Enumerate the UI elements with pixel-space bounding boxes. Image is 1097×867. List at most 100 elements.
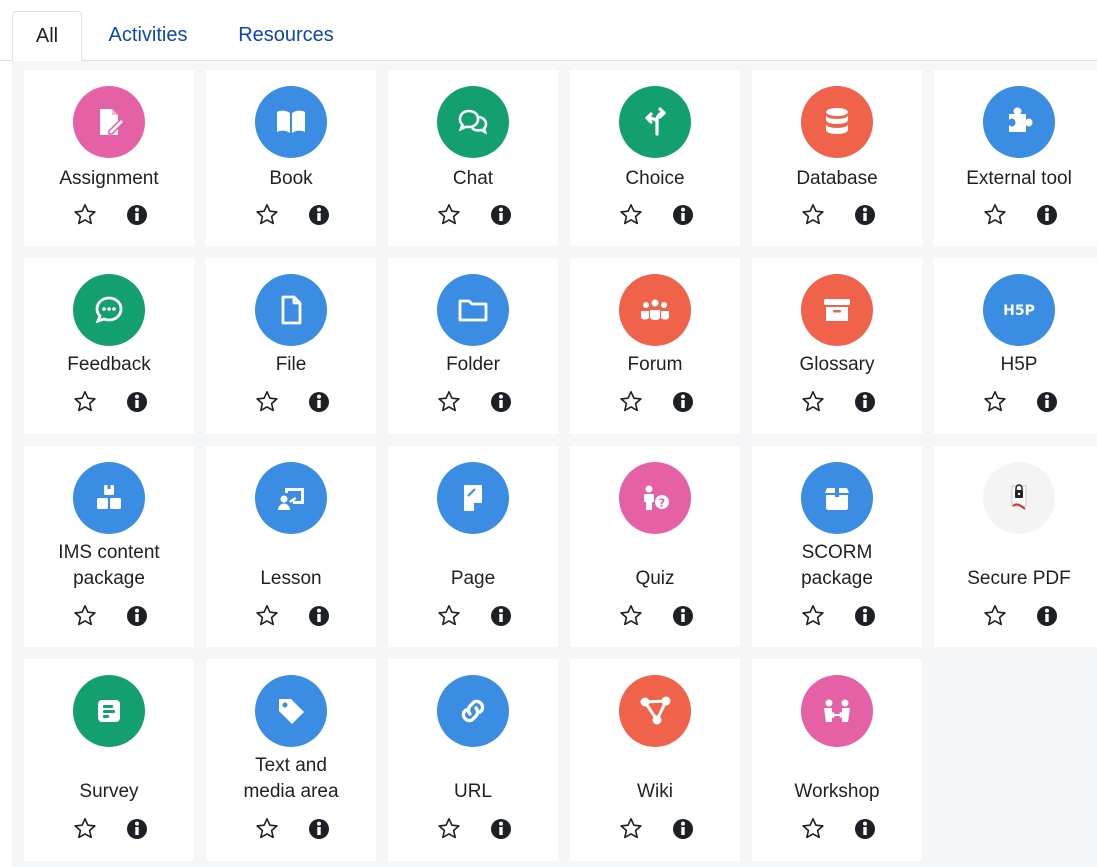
star-icon[interactable] — [436, 816, 462, 842]
module-card-choice[interactable]: Choice — [570, 70, 740, 246]
module-name: External tool — [966, 168, 1072, 189]
module-actions — [24, 202, 194, 228]
module-name: Workshop — [794, 781, 880, 802]
module-card-url[interactable]: URL — [388, 659, 558, 861]
star-icon[interactable] — [72, 389, 98, 415]
star-icon[interactable] — [254, 816, 280, 842]
info-icon[interactable] — [306, 202, 332, 228]
module-card-quiz[interactable]: ? Quiz — [570, 446, 740, 647]
info-icon[interactable] — [306, 603, 332, 629]
module-card-folder[interactable]: Folder — [388, 258, 558, 434]
tab-activities[interactable]: Activities — [92, 11, 204, 60]
star-icon[interactable] — [618, 603, 644, 629]
info-icon[interactable] — [488, 603, 514, 629]
survey-icon — [73, 675, 145, 747]
module-card-workshop[interactable]: Workshop — [752, 659, 922, 861]
module-actions — [570, 816, 740, 842]
star-icon[interactable] — [72, 816, 98, 842]
module-card-chat[interactable]: Chat — [388, 70, 558, 246]
star-icon[interactable] — [800, 202, 826, 228]
star-icon[interactable] — [436, 389, 462, 415]
star-icon[interactable] — [618, 816, 644, 842]
star-icon[interactable] — [72, 202, 98, 228]
module-card-text-and-media-area[interactable]: Text and media area — [206, 659, 376, 861]
star-icon[interactable] — [436, 603, 462, 629]
star-icon[interactable] — [254, 202, 280, 228]
choice-icon — [619, 86, 691, 158]
star-icon[interactable] — [72, 603, 98, 629]
module-card-assignment[interactable]: Assignment — [24, 70, 194, 246]
info-icon[interactable] — [852, 389, 878, 415]
star-icon[interactable] — [436, 202, 462, 228]
tab-all[interactable]: All — [12, 11, 82, 61]
info-icon[interactable] — [852, 816, 878, 842]
quiz-icon: ? — [619, 462, 691, 534]
module-card-database[interactable]: Database — [752, 70, 922, 246]
info-icon[interactable] — [488, 816, 514, 842]
secure-pdf-icon — [983, 462, 1055, 534]
info-icon[interactable] — [670, 603, 696, 629]
module-card-scorm-package[interactable]: SCORM package — [752, 446, 922, 647]
star-icon[interactable] — [254, 389, 280, 415]
module-card-file[interactable]: File — [206, 258, 376, 434]
module-card-h5p[interactable]: H5P H5P — [934, 258, 1097, 434]
info-icon[interactable] — [124, 816, 150, 842]
info-icon[interactable] — [1034, 389, 1060, 415]
info-icon[interactable] — [124, 603, 150, 629]
star-icon[interactable] — [982, 603, 1008, 629]
module-type-tabs: All Activities Resources — [0, 0, 1097, 61]
module-actions — [752, 389, 922, 415]
module-card-glossary[interactable]: Glossary — [752, 258, 922, 434]
star-icon[interactable] — [800, 603, 826, 629]
module-card-ims-content-package[interactable]: IMS content package — [24, 446, 194, 647]
module-name: URL — [453, 781, 492, 802]
info-icon[interactable] — [670, 389, 696, 415]
info-icon[interactable] — [488, 389, 514, 415]
info-icon[interactable] — [306, 389, 332, 415]
h5p-icon: H5P — [983, 274, 1055, 346]
info-icon[interactable] — [124, 389, 150, 415]
module-actions — [934, 202, 1097, 228]
info-icon[interactable] — [670, 202, 696, 228]
star-icon[interactable] — [982, 202, 1008, 228]
module-card-wiki[interactable]: Wiki — [570, 659, 740, 861]
module-name: Assignment — [59, 168, 159, 189]
info-icon[interactable] — [1034, 603, 1060, 629]
module-name: Feedback — [67, 354, 151, 375]
module-card-page[interactable]: Page — [388, 446, 558, 647]
module-actions — [24, 603, 194, 629]
star-icon[interactable] — [982, 389, 1008, 415]
info-icon[interactable] — [306, 816, 332, 842]
star-icon[interactable] — [800, 389, 826, 415]
puzzle-icon — [983, 86, 1055, 158]
module-card-lesson[interactable]: Lesson — [206, 446, 376, 647]
info-icon[interactable] — [852, 202, 878, 228]
star-icon[interactable] — [800, 816, 826, 842]
module-name: IMS content package — [58, 542, 160, 589]
module-actions — [24, 389, 194, 415]
info-icon[interactable] — [488, 202, 514, 228]
star-icon[interactable] — [618, 389, 644, 415]
module-card-feedback[interactable]: Feedback — [24, 258, 194, 434]
info-icon[interactable] — [670, 816, 696, 842]
module-name: Page — [450, 568, 496, 589]
module-card-forum[interactable]: Forum — [570, 258, 740, 434]
svg-text:?: ? — [659, 497, 665, 510]
module-card-secure-pdf[interactable]: Secure PDF — [934, 446, 1097, 647]
forum-icon — [619, 274, 691, 346]
module-actions — [570, 202, 740, 228]
info-icon[interactable] — [1034, 202, 1060, 228]
module-card-book[interactable]: Book — [206, 70, 376, 246]
ims-package-icon — [73, 462, 145, 534]
database-icon — [801, 86, 873, 158]
star-icon[interactable] — [254, 603, 280, 629]
info-icon[interactable] — [124, 202, 150, 228]
star-icon[interactable] — [618, 202, 644, 228]
tab-resources[interactable]: Resources — [222, 11, 350, 60]
module-card-external-tool[interactable]: External tool — [934, 70, 1097, 246]
module-card-survey[interactable]: Survey — [24, 659, 194, 861]
info-icon[interactable] — [852, 603, 878, 629]
chat-icon — [437, 86, 509, 158]
book-icon — [255, 86, 327, 158]
module-actions — [752, 603, 922, 629]
